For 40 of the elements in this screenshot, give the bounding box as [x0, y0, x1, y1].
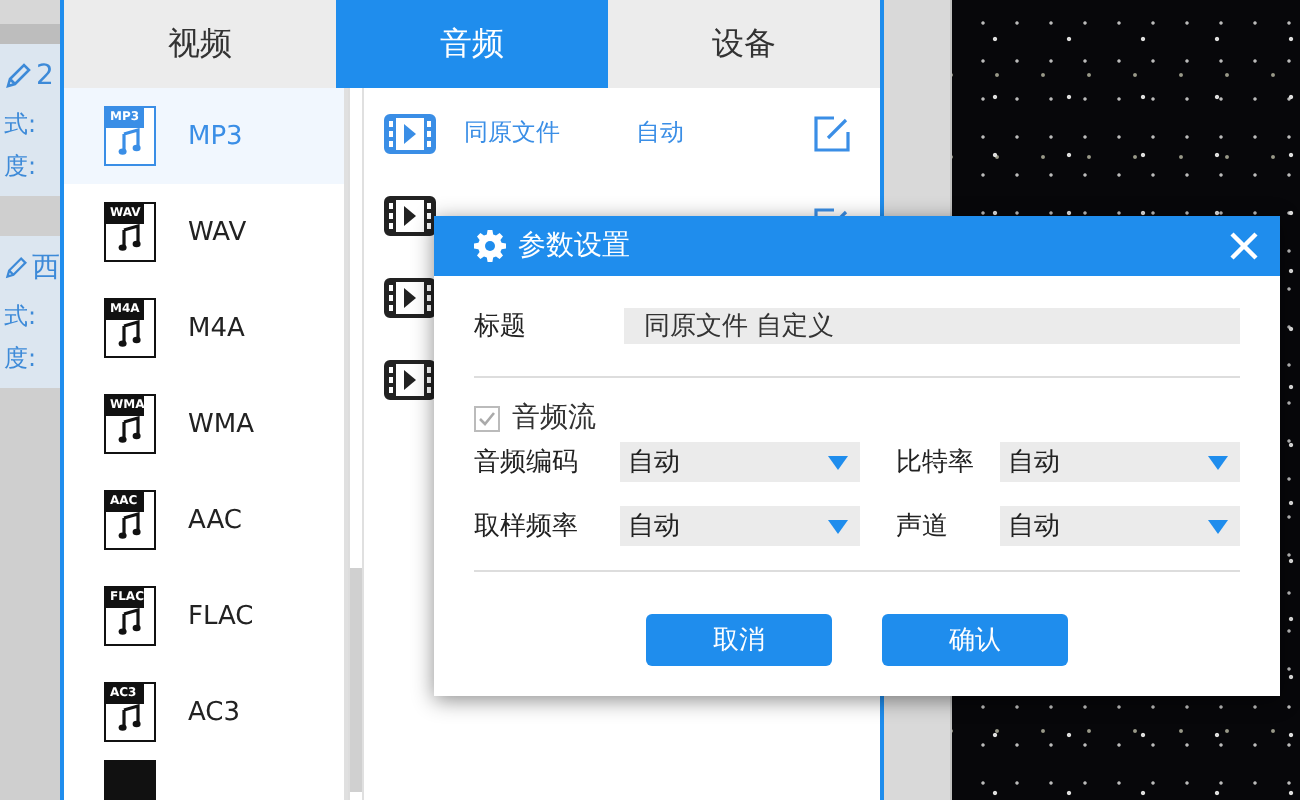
file-title: 西	[32, 250, 60, 286]
field-label: 标题	[474, 310, 528, 344]
audio-file-icon	[104, 760, 156, 800]
dropdown[interactable]: 自动	[1000, 442, 1240, 482]
field-label: 比特率	[896, 446, 976, 480]
music-note-icon	[118, 512, 142, 540]
title-input[interactable]: 同原文件 自定义	[624, 308, 1240, 344]
field-label: 取样频率	[474, 510, 580, 544]
dropdown-arrow-icon	[828, 519, 848, 533]
dropdown[interactable]: 自动	[620, 506, 860, 546]
file-info-label: 式:	[4, 300, 39, 334]
tab[interactable]: 视频	[64, 0, 336, 88]
dropdown[interactable]: 自动	[620, 442, 860, 482]
dropdown[interactable]: 自动	[1000, 506, 1240, 546]
scrollbar-thumb[interactable]	[349, 568, 361, 792]
close-button[interactable]	[1228, 230, 1260, 262]
music-note-icon	[118, 704, 142, 732]
file-info-label: 式:	[4, 108, 39, 142]
field-label: 声道	[896, 510, 950, 544]
music-note-icon	[118, 608, 142, 636]
checkbox-label: 音频流	[512, 400, 596, 436]
dialog-title: 参数设置	[518, 228, 630, 264]
field-label: 音频编码	[474, 446, 580, 480]
music-note-icon	[118, 224, 142, 252]
pencil-icon[interactable]	[4, 62, 32, 90]
music-note-icon	[118, 416, 142, 444]
file-title: 2	[36, 60, 54, 92]
pencil-icon[interactable]	[4, 254, 28, 282]
music-note-icon	[118, 128, 142, 156]
file-info-label: 度:	[4, 342, 39, 376]
dropdown-arrow-icon	[828, 455, 848, 469]
dropdown-arrow-icon	[1208, 455, 1228, 469]
settings-icon	[474, 230, 506, 262]
file-info-label: 度:	[4, 150, 39, 184]
tab[interactable]: 设备	[608, 0, 880, 88]
music-note-icon	[118, 320, 142, 348]
dropdown-arrow-icon	[1208, 519, 1228, 533]
preset-name: 同原文件	[464, 116, 562, 150]
edit-icon[interactable]	[812, 113, 852, 153]
preset-value: 自动	[636, 116, 686, 150]
